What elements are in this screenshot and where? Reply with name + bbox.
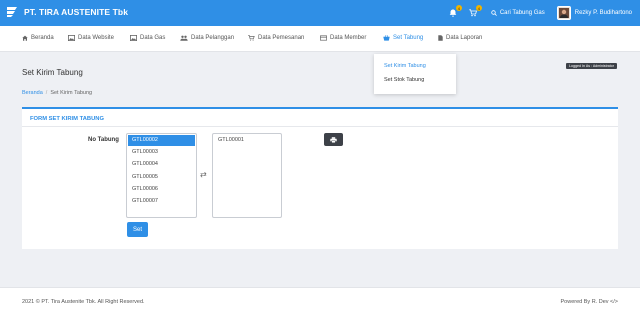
print-icon [330,136,337,143]
nav-item-data-pemesanan[interactable]: Data Pemesanan [248,35,304,41]
home-icon [22,35,28,41]
basket-icon [383,35,390,41]
nav-item-data-pelanggan[interactable]: Data Pelanggan [180,35,234,41]
no-tabung-label: No Tabung [88,137,119,143]
set-button[interactable]: Set [127,222,148,237]
list-item[interactable]: GTL00003 [128,147,195,158]
list-item[interactable]: GTL00007 [128,196,195,207]
brand-name: PT. TIRA AUSTENITE Tbk [24,7,129,17]
set-tabung-dropdown: Set Kirim Tabung Set Stok Tabung [374,54,456,94]
dropdown-item-set-stok-tabung[interactable]: Set Stok Tabung [384,77,424,83]
nav-label: Data Website [78,35,114,41]
nav-label: Data Gas [140,35,166,41]
list-item[interactable]: GTL00006 [128,184,195,195]
bell-icon [449,9,457,17]
file-icon [438,35,443,41]
user-menu[interactable]: Rezky P. Budihartono [556,6,632,20]
brand[interactable]: PT. TIRA AUSTENITE Tbk [6,6,128,18]
image-icon [68,35,75,41]
users-icon [180,35,188,41]
user-name: Rezky P. Budihartono [574,10,632,16]
search-icon [491,10,497,16]
nav-label: Data Member [330,35,367,41]
nav-label: Data Pelanggan [191,35,235,41]
dropdown-item-set-kirim-tabung[interactable]: Set Kirim Tabung [384,63,426,69]
form-title: FORM SET KIRIM TABUNG [30,116,104,122]
print-button[interactable] [324,133,343,146]
selected-tabung-list[interactable]: GTL00001 [212,133,282,218]
nav-item-data-laporan[interactable]: Data Laporan [438,35,482,41]
breadcrumb-current: Set Kirim Tabung [50,90,93,96]
nav-item-set-tabung[interactable]: Set Tabung [383,35,423,41]
nav-item-data-gas[interactable]: Data Gas [130,35,165,41]
cart-button[interactable]: 4 [467,5,482,19]
nav-label: Beranda [31,35,54,41]
nav-label: Data Pemesanan [258,35,305,41]
list-item[interactable]: GTL00004 [128,159,195,170]
card-icon [320,35,327,41]
search-tabung-label: Cari Tabung Gas [499,10,545,16]
brand-logo-icon [7,7,17,17]
search-tabung-link[interactable]: Cari Tabung Gas [491,10,545,16]
main-nav: Beranda Data Website Data Gas Data Pelan… [0,26,640,52]
notification-badge: 4 [455,5,462,11]
breadcrumb-separator: / [45,90,48,96]
list-item[interactable]: GTL00002 [128,135,195,146]
breadcrumb: Beranda / Set Kirim Tabung [22,90,92,96]
card-divider [22,126,618,127]
notification-button[interactable]: 4 [447,5,462,19]
image-icon [130,35,137,41]
logged-in-badge: Logged In As : Administrator [566,63,617,69]
breadcrumb-home[interactable]: Beranda [22,90,43,96]
available-tabung-list[interactable]: GTL00002 GTL00003 GTL00004 GTL00005 GTL0… [126,133,197,218]
cart-badge: 4 [475,5,482,11]
form-card: FORM SET KIRIM TABUNG No Tabung GTL00002… [22,107,618,249]
top-bar: PT. TIRA AUSTENITE Tbk 4 4 Cari Tabung G… [0,0,640,26]
footer-powered: Powered By R. Dev </> [560,299,618,305]
list-item[interactable]: GTL00005 [128,172,195,183]
footer: 2021 © PT. Tira Austenite Tbk. All Right… [0,287,640,314]
avatar [556,6,571,20]
cart-icon [469,9,477,17]
page-title: Set Kirim Tabung [22,68,83,77]
footer-copyright: 2021 © PT. Tira Austenite Tbk. All Right… [22,299,145,305]
list-item[interactable]: GTL00001 [214,135,281,146]
swap-icon: ⇄ [200,170,207,179]
nav-item-beranda[interactable]: Beranda [22,35,54,41]
cart-icon [248,35,255,41]
nav-item-data-member[interactable]: Data Member [320,35,366,41]
nav-label: Data Laporan [446,35,483,41]
nav-item-data-website[interactable]: Data Website [68,35,114,41]
user-avatar-icon [558,8,569,18]
nav-label: Set Tabung [393,35,424,41]
